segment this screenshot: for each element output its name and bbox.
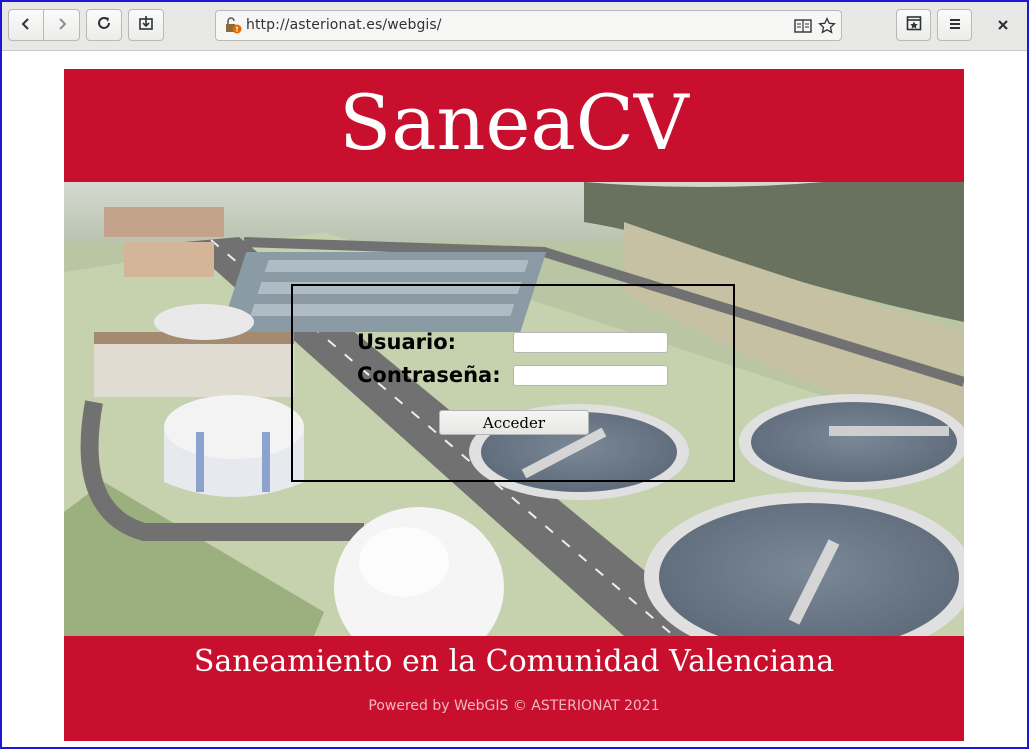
site-subtitle: Saneamiento en la Comunidad Valenciana	[193, 644, 835, 679]
screenshot-button[interactable]	[128, 9, 164, 41]
reload-icon	[96, 15, 112, 35]
browser-toolbar: http://asterionat.es/webgis/	[2, 2, 1027, 51]
forward-button[interactable]	[43, 9, 80, 41]
login-form: Usuario: Contraseña: Acceder	[291, 284, 735, 482]
close-icon	[997, 16, 1009, 35]
forward-icon	[55, 16, 69, 35]
page-content: SaneaCV Usuario: Contraseña: Acceder San…	[64, 69, 964, 741]
reader-view-icon[interactable]	[794, 17, 812, 39]
bookmark-star-icon[interactable]	[818, 16, 836, 39]
menu-button[interactable]	[937, 9, 972, 41]
login-submit-button[interactable]: Acceder	[439, 410, 589, 435]
site-footer: Saneamiento en la Comunidad Valenciana P…	[64, 636, 964, 741]
screenshot-icon	[138, 15, 154, 35]
password-label: Contraseña:	[357, 363, 501, 387]
save-page-button[interactable]	[896, 9, 931, 41]
save-page-icon	[906, 15, 922, 35]
insecure-connection-icon[interactable]	[224, 17, 242, 39]
powered-by-text: Powered by WebGIS © ASTERIONAT 2021	[368, 698, 660, 714]
nav-button-group	[8, 9, 80, 41]
back-button[interactable]	[8, 9, 44, 41]
url-text[interactable]: http://asterionat.es/webgis/	[246, 17, 442, 33]
hero-image: Usuario: Contraseña: Acceder	[64, 182, 964, 636]
hamburger-menu-icon	[948, 16, 962, 35]
back-icon	[19, 16, 33, 35]
password-input[interactable]	[513, 365, 668, 386]
username-input[interactable]	[513, 332, 668, 353]
browser-window: http://asterionat.es/webgis/ SaneaCV Usu…	[0, 0, 1029, 749]
reload-button[interactable]	[86, 9, 122, 41]
site-header: SaneaCV	[64, 69, 964, 182]
close-window-button[interactable]	[988, 9, 1018, 41]
url-bar[interactable]: http://asterionat.es/webgis/	[215, 10, 842, 41]
site-title: SaneaCV	[339, 77, 689, 167]
username-label: Usuario:	[357, 330, 457, 354]
